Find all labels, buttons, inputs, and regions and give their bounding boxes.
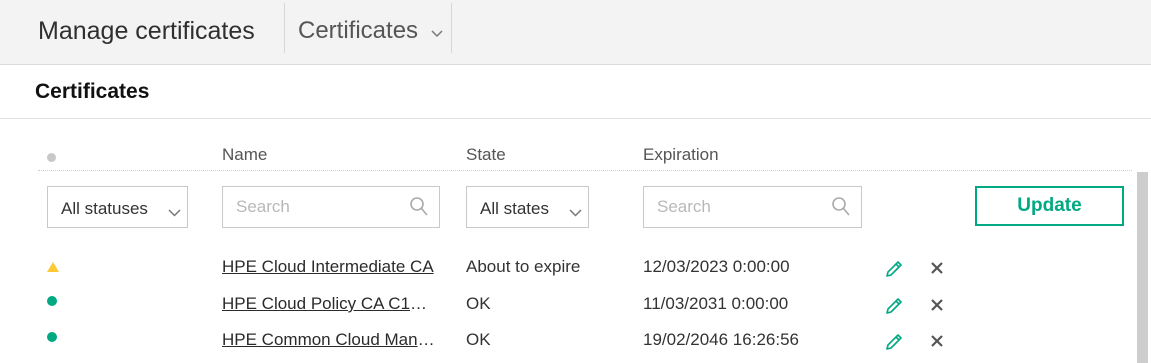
edit-icon[interactable] (884, 259, 904, 284)
table-row: HPE Common Cloud Management OK 19/02/204… (0, 330, 1130, 363)
name-search-input[interactable] (223, 187, 439, 227)
delete-icon[interactable] (930, 261, 944, 280)
status-filter-select[interactable]: All statuses (47, 186, 188, 228)
status-ok-icon (47, 296, 57, 306)
update-button[interactable]: Update (975, 186, 1124, 226)
certificate-state: OK (466, 294, 491, 313)
state-filter-select[interactable]: All states (466, 186, 589, 228)
top-bar: Manage certificates Certificates (0, 0, 1151, 65)
edit-icon[interactable] (884, 296, 904, 321)
chevron-down-icon (168, 204, 181, 222)
column-header-name: Name (222, 145, 268, 164)
certificates-nav-dropdown[interactable]: Certificates (286, 3, 452, 53)
certificate-name-link[interactable]: HPE Cloud Intermediate CA (222, 257, 436, 277)
column-header-expiration: Expiration (643, 145, 719, 164)
table-row: HPE Cloud Policy CA C1B01 OK 11/03/2031 … (0, 294, 1130, 328)
warning-icon (47, 259, 59, 277)
edit-icon[interactable] (884, 332, 904, 357)
certificate-expiration: 11/03/2031 0:00:00 (643, 294, 789, 313)
page-title: Manage certificates (38, 17, 255, 45)
nav-dropdown-label: Certificates (298, 17, 419, 44)
status-filter-value: All statuses (61, 199, 148, 218)
column-header-state: State (466, 145, 506, 164)
status-ok-icon (47, 332, 57, 342)
certificate-state: OK (466, 330, 491, 349)
certificate-expiration: 12/03/2023 0:00:00 (643, 257, 790, 276)
section-title: Certificates (35, 80, 150, 103)
table-row: HPE Cloud Intermediate CA About to expir… (0, 257, 1130, 291)
certificate-state: About to expire (466, 257, 581, 276)
certificate-name-link[interactable]: HPE Cloud Policy CA C1B01 (222, 294, 436, 314)
delete-icon[interactable] (930, 334, 944, 353)
certificate-name-link[interactable]: HPE Common Cloud Management (222, 330, 436, 350)
vertical-scrollbar[interactable] (1137, 172, 1148, 363)
delete-icon[interactable] (930, 298, 944, 317)
divider (0, 118, 1151, 119)
state-filter-value: All states (480, 199, 549, 218)
status-dot-icon (47, 153, 56, 162)
chevron-down-icon (569, 204, 582, 222)
search-icon (409, 196, 429, 223)
divider (284, 3, 285, 53)
header-divider (38, 170, 1132, 171)
expiration-search-input[interactable] (644, 187, 861, 227)
chevron-down-icon (431, 25, 443, 43)
certificate-expiration: 19/02/2046 16:26:56 (643, 330, 799, 349)
search-icon (831, 196, 851, 223)
divider (451, 3, 452, 53)
name-search-field (222, 186, 440, 228)
expiration-search-field (643, 186, 862, 228)
